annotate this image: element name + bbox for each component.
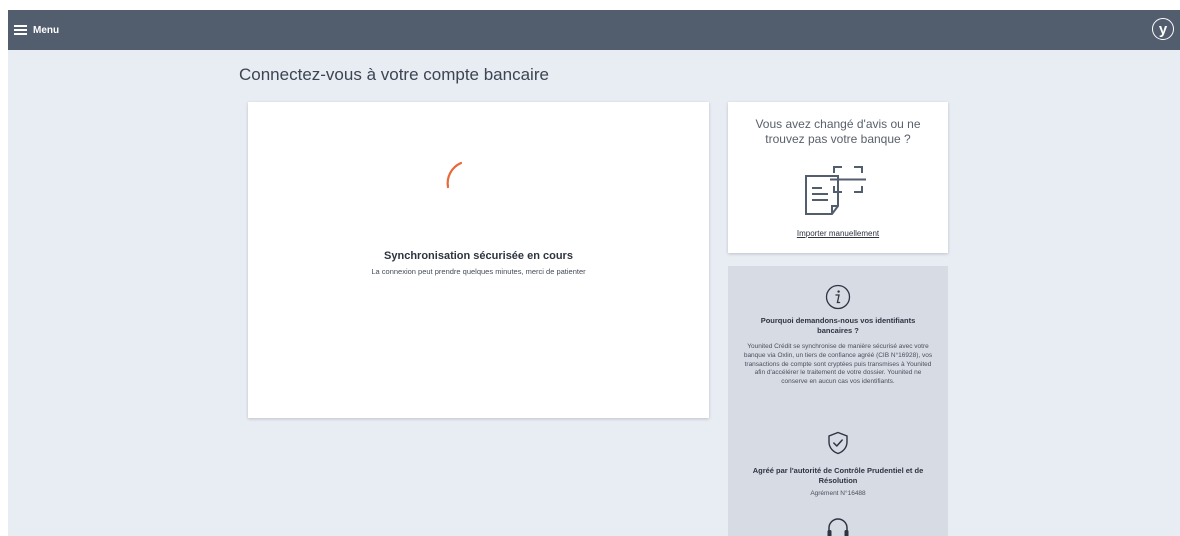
change-mind-question: Vous avez changé d'avis ou ne trouvez pa… xyxy=(755,117,921,146)
page-title: Connectez-vous à votre compte bancaire xyxy=(239,65,549,84)
sync-title: Synchronisation sécurisée en cours xyxy=(384,250,573,262)
top-bar: Menu y xyxy=(8,10,1180,50)
menu-button[interactable]: Menu xyxy=(14,19,59,41)
info-icon xyxy=(825,284,851,310)
spinner-icon xyxy=(446,161,463,189)
import-manually-link[interactable]: Importer manuellement xyxy=(728,229,948,238)
headset-icon xyxy=(827,518,849,536)
sync-card: Synchronisation sécurisée en cours La co… xyxy=(248,102,709,418)
acpr-approval-title: Agréé par l'autorité de Contrôle Prudent… xyxy=(752,466,924,485)
approval-number: Agrément N°16488 xyxy=(810,490,866,497)
document-scan-icon xyxy=(805,166,866,215)
menu-label: Menu xyxy=(33,24,60,36)
shield-check-icon xyxy=(828,431,848,455)
info-panel: Pourquoi demandons-nous vos identifiants… xyxy=(728,266,948,536)
why-credentials-text: Younited Crédit se synchronise de manièr… xyxy=(743,343,933,386)
why-credentials-title: Pourquoi demandons-nous vos identifiants… xyxy=(760,316,916,335)
menu-icon xyxy=(14,25,27,35)
manual-import-card: Vous avez changé d'avis ou ne trouvez pa… xyxy=(728,102,948,253)
sync-subtitle: La connexion peut prendre quelques minut… xyxy=(371,267,586,276)
app-frame: Menu y Connectez-vous à votre compte ban… xyxy=(8,10,1180,536)
brand-logo[interactable]: y xyxy=(1152,18,1174,40)
